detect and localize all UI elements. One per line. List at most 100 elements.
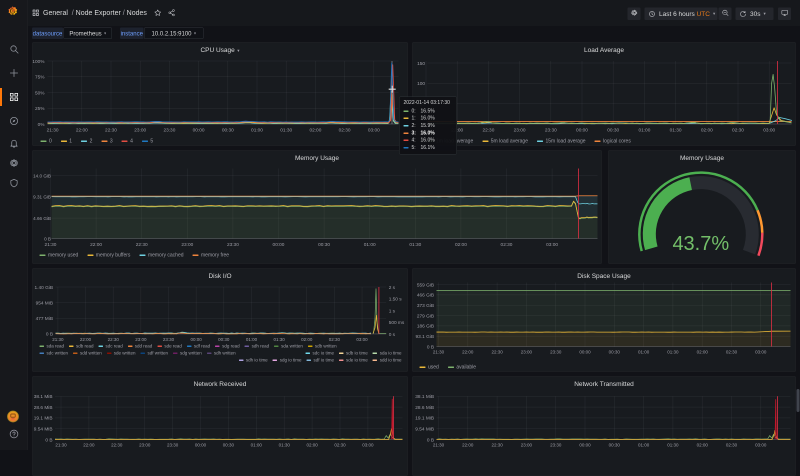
svg-text:00:30: 00:30: [609, 350, 621, 355]
svg-text:22:30: 22:30: [105, 128, 117, 134]
svg-text:01:30: 01:30: [667, 443, 679, 448]
svg-text:23:30: 23:30: [167, 443, 179, 448]
svg-text:22:30: 22:30: [491, 443, 503, 448]
svg-text:38.1 MiB: 38.1 MiB: [34, 394, 53, 400]
svg-text:01:30: 01:30: [280, 128, 292, 134]
svg-text:1 s: 1 s: [389, 308, 396, 314]
svg-text:02:30: 02:30: [732, 128, 744, 134]
svg-text:21:30: 21:30: [47, 128, 59, 134]
svg-text:22:00: 22:00: [462, 350, 474, 355]
svg-text:02:00: 02:00: [309, 128, 321, 134]
svg-text:03:00: 03:00: [362, 443, 374, 448]
svg-text:02:30: 02:30: [726, 350, 738, 355]
svg-text:00:00: 00:00: [195, 443, 207, 448]
svg-text:279 GiB: 279 GiB: [417, 313, 434, 319]
svg-text:01:00: 01:00: [251, 443, 263, 448]
svg-text:02:30: 02:30: [501, 242, 513, 248]
svg-text:4.66 GiB: 4.66 GiB: [33, 216, 51, 221]
svg-text:954 MiB: 954 MiB: [36, 300, 53, 306]
svg-text:500 ms: 500 ms: [389, 320, 405, 326]
svg-text:02:00: 02:00: [455, 242, 467, 248]
svg-text:00:30: 00:30: [609, 443, 621, 448]
svg-text:02:00: 02:00: [697, 443, 709, 448]
svg-text:23:00: 23:00: [139, 443, 151, 448]
svg-text:23:00: 23:00: [135, 337, 147, 342]
svg-text:03:00: 03:00: [763, 128, 775, 134]
svg-text:22:30: 22:30: [108, 337, 120, 342]
svg-text:50%: 50%: [35, 90, 45, 96]
svg-text:22:00: 22:00: [90, 242, 102, 248]
svg-text:23:30: 23:30: [227, 242, 239, 248]
svg-text:00:00: 00:00: [193, 128, 205, 134]
svg-text:559 GiB: 559 GiB: [417, 282, 434, 288]
svg-text:28.6 MiB: 28.6 MiB: [415, 405, 434, 411]
svg-text:23:30: 23:30: [163, 128, 175, 134]
svg-text:38.1 MiB: 38.1 MiB: [415, 394, 434, 400]
svg-text:00:00: 00:00: [191, 337, 203, 342]
svg-text:01:00: 01:00: [638, 128, 650, 134]
svg-text:477 MiB: 477 MiB: [36, 316, 53, 322]
svg-text:22:00: 22:00: [76, 128, 88, 134]
svg-text:00:30: 00:30: [218, 337, 230, 342]
svg-text:00:00: 00:00: [579, 350, 591, 355]
svg-text:23:30: 23:30: [550, 350, 562, 355]
svg-text:02:30: 02:30: [334, 443, 346, 448]
svg-text:75%: 75%: [35, 75, 45, 81]
svg-text:01:30: 01:30: [273, 337, 285, 342]
svg-text:03:00: 03:00: [546, 242, 558, 248]
svg-text:150: 150: [417, 61, 425, 67]
svg-text:01:00: 01:00: [364, 242, 376, 248]
svg-text:01:00: 01:00: [251, 128, 263, 134]
svg-text:03:00: 03:00: [755, 443, 767, 448]
svg-text:9.31 GiB: 9.31 GiB: [33, 194, 51, 199]
svg-text:22:30: 22:30: [136, 242, 148, 248]
svg-text:186 GiB: 186 GiB: [417, 324, 434, 330]
svg-text:00:30: 00:30: [607, 128, 619, 134]
svg-text:01:30: 01:30: [279, 443, 291, 448]
svg-text:00:00: 00:00: [579, 443, 591, 448]
svg-text:22:00: 22:00: [462, 443, 474, 448]
svg-text:21:30: 21:30: [52, 337, 64, 342]
svg-text:9.54 MiB: 9.54 MiB: [34, 426, 53, 432]
svg-text:23:30: 23:30: [545, 128, 557, 134]
svg-text:23:00: 23:00: [514, 128, 526, 134]
svg-text:00:30: 00:30: [223, 443, 235, 448]
svg-text:02:30: 02:30: [726, 443, 738, 448]
svg-text:21:30: 21:30: [55, 443, 67, 448]
svg-text:01:00: 01:00: [246, 337, 258, 342]
svg-text:22:30: 22:30: [111, 443, 123, 448]
svg-text:25%: 25%: [35, 106, 45, 112]
svg-text:23:30: 23:30: [550, 443, 562, 448]
svg-text:0%: 0%: [38, 122, 46, 128]
svg-text:23:00: 23:00: [181, 242, 193, 248]
svg-text:01:30: 01:30: [409, 242, 421, 248]
svg-text:22:00: 22:00: [80, 337, 92, 342]
svg-text:0 s: 0 s: [389, 332, 396, 338]
svg-text:373 GiB: 373 GiB: [417, 303, 434, 309]
svg-text:23:00: 23:00: [134, 128, 146, 134]
svg-text:02:00: 02:00: [306, 443, 318, 448]
svg-text:19.1 MiB: 19.1 MiB: [34, 416, 53, 422]
svg-text:02:30: 02:30: [339, 128, 351, 134]
svg-text:22:30: 22:30: [482, 128, 494, 134]
svg-text:00:30: 00:30: [318, 242, 330, 248]
svg-text:93.1 GiB: 93.1 GiB: [416, 334, 434, 340]
svg-text:23:30: 23:30: [163, 337, 175, 342]
svg-text:03:00: 03:00: [368, 128, 380, 134]
svg-text:14.0 GiB: 14.0 GiB: [33, 173, 51, 178]
svg-text:22:30: 22:30: [491, 350, 503, 355]
svg-text:28.6 MiB: 28.6 MiB: [34, 405, 53, 411]
svg-text:01:00: 01:00: [638, 350, 650, 355]
svg-text:43.7%: 43.7%: [672, 233, 729, 255]
svg-text:1.50 s: 1.50 s: [389, 297, 403, 303]
svg-text:22:00: 22:00: [83, 443, 95, 448]
svg-text:19.1 MiB: 19.1 MiB: [415, 416, 434, 422]
svg-text:03:00: 03:00: [755, 350, 767, 355]
svg-text:00:00: 00:00: [273, 242, 285, 248]
svg-text:0 B: 0 B: [45, 437, 52, 443]
svg-text:02:00: 02:00: [301, 337, 313, 342]
svg-text:2 s: 2 s: [389, 285, 396, 291]
svg-text:21:30: 21:30: [45, 242, 57, 248]
svg-text:100: 100: [417, 81, 425, 87]
svg-text:9.54 MiB: 9.54 MiB: [415, 426, 434, 432]
